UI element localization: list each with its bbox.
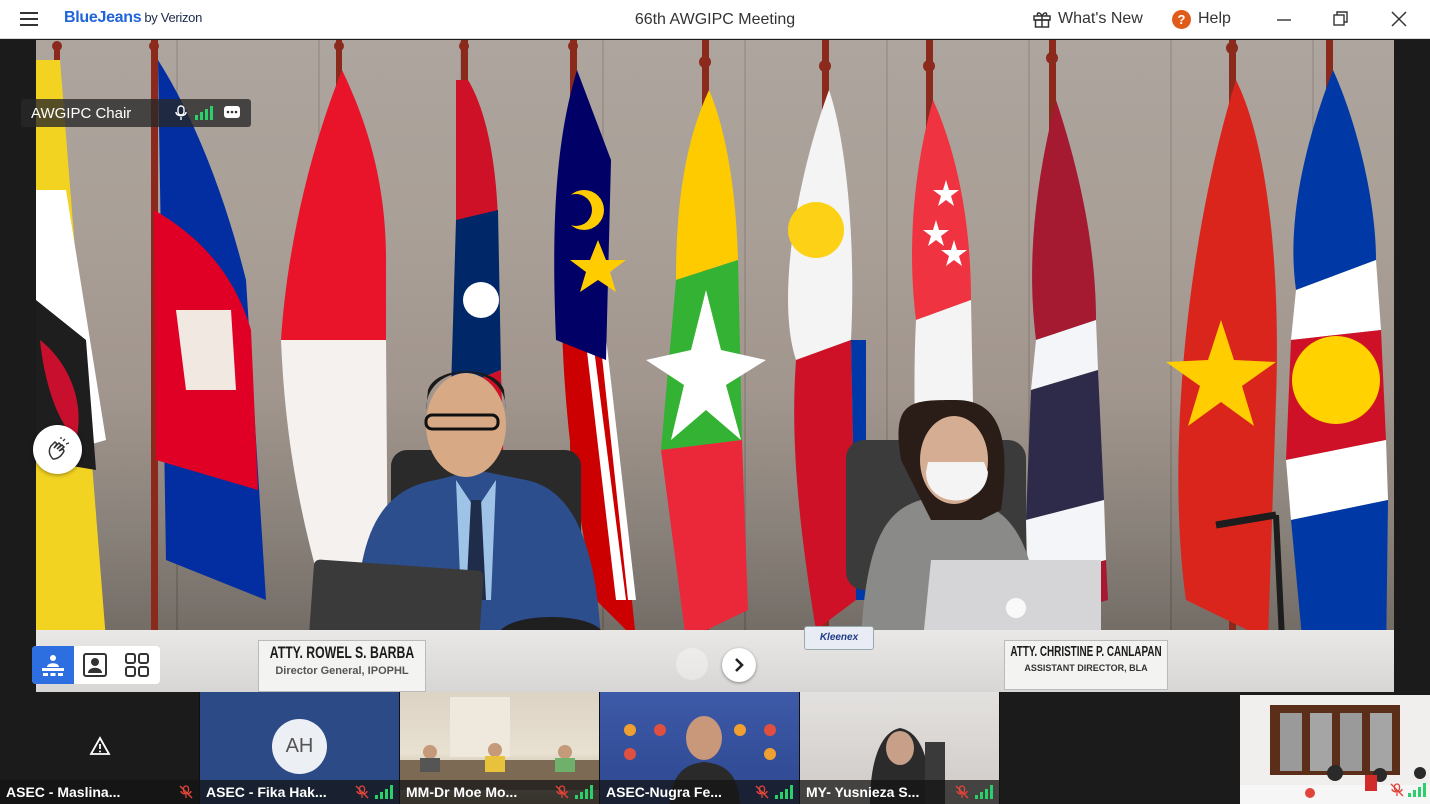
brand-sub: by Verizon bbox=[144, 10, 203, 25]
speaker-name: AWGIPC Chair bbox=[31, 104, 132, 122]
help-label: Help bbox=[1198, 10, 1231, 27]
minimize-icon[interactable] bbox=[1274, 9, 1294, 29]
whats-new-button[interactable]: What's New bbox=[1032, 8, 1143, 30]
chat-icon[interactable] bbox=[223, 105, 241, 121]
muted-mic-icon bbox=[555, 785, 569, 799]
brand-logo: BlueJeans by Verizon bbox=[64, 9, 202, 27]
restore-icon[interactable] bbox=[1331, 9, 1351, 29]
participant-tile[interactable]: ASEC - Maslina... bbox=[0, 692, 200, 804]
tissue-box: Kleenex bbox=[804, 626, 874, 650]
gallery-layout-icon bbox=[125, 653, 149, 677]
participant-strip: ASEC - Maslina... AH ASEC - Fika Hak... … bbox=[0, 692, 1000, 804]
participant-name-bar: ASEC - Maslina... bbox=[0, 780, 199, 804]
people-layout-icon bbox=[83, 653, 107, 677]
participant-tile[interactable]: MM-Dr Moe Mo... bbox=[400, 692, 600, 804]
participant-name: ASEC-Nugra Fe... bbox=[606, 784, 722, 800]
main-video: ATTY. ROWEL S. BARBA Director General, I… bbox=[36, 40, 1394, 692]
nameplate-left: ATTY. ROWEL S. BARBA Director General, I… bbox=[258, 640, 426, 692]
participant-name-bar: MM-Dr Moe Mo... bbox=[400, 780, 599, 804]
muted-mic-icon bbox=[179, 785, 193, 799]
title-bar: BlueJeans by Verizon 66th AWGIPC Meeting … bbox=[0, 0, 1430, 39]
participant-name-bar: MY- Yusnieza S... bbox=[800, 780, 999, 804]
warning-icon bbox=[89, 736, 111, 755]
signal-icon bbox=[975, 785, 993, 799]
participant-tile[interactable]: MY- Yusnieza S... bbox=[800, 692, 1000, 804]
signal-icon bbox=[195, 106, 213, 120]
tissue-brand: Kleenex bbox=[819, 632, 859, 643]
chevron-right-icon bbox=[735, 658, 744, 672]
layout-switcher bbox=[32, 646, 160, 684]
speaker-layout-button[interactable] bbox=[32, 646, 74, 684]
active-speaker-label: AWGIPC Chair bbox=[21, 99, 251, 127]
participant-name: MM-Dr Moe Mo... bbox=[406, 784, 518, 800]
avatar: AH bbox=[272, 719, 327, 774]
self-view[interactable] bbox=[1240, 695, 1430, 804]
muted-mic-icon bbox=[755, 785, 769, 799]
nameplate-right-title: ASSISTANT DIRECTOR, BLA bbox=[1024, 663, 1148, 673]
participant-name: ASEC - Maslina... bbox=[6, 784, 121, 800]
participant-tile[interactable]: ASEC-Nugra Fe... bbox=[600, 692, 800, 804]
microphone-icon bbox=[175, 105, 187, 120]
signal-icon bbox=[1408, 783, 1426, 797]
speakers-scene bbox=[308, 371, 1324, 692]
signal-icon bbox=[375, 785, 393, 799]
nameplate-right-name: ATTY. CHRISTINE P. CANLAPAN bbox=[1010, 643, 1162, 660]
participant-tile[interactable]: AH ASEC - Fika Hak... bbox=[200, 692, 400, 804]
signal-icon bbox=[775, 785, 793, 799]
muted-mic-icon bbox=[355, 785, 369, 799]
close-icon[interactable] bbox=[1389, 9, 1409, 29]
gallery-layout-button[interactable] bbox=[116, 646, 158, 684]
signal-icon bbox=[575, 785, 593, 799]
next-page-button[interactable] bbox=[722, 648, 756, 682]
nameplate-right: ATTY. CHRISTINE P. CANLAPAN ASSISTANT DI… bbox=[1004, 640, 1168, 690]
speaker-layout-icon bbox=[42, 655, 64, 676]
participant-name: ASEC - Fika Hak... bbox=[206, 784, 327, 800]
clap-icon bbox=[48, 436, 69, 460]
hamburger-icon[interactable] bbox=[20, 12, 38, 26]
participant-name: MY- Yusnieza S... bbox=[806, 784, 920, 800]
conference-table bbox=[36, 630, 1394, 692]
participant-name-bar: ASEC-Nugra Fe... bbox=[600, 780, 799, 804]
previous-page-button[interactable] bbox=[676, 648, 708, 680]
muted-mic-icon bbox=[1390, 783, 1404, 797]
help-icon: ? bbox=[1172, 9, 1191, 29]
nameplate-left-name: ATTY. ROWEL S. BARBA bbox=[269, 643, 415, 662]
whats-new-label: What's New bbox=[1058, 10, 1143, 27]
participant-name-bar: ASEC - Fika Hak... bbox=[200, 780, 399, 804]
nameplate-left-title: Director General, IPOPHL bbox=[275, 665, 409, 677]
people-layout-button[interactable] bbox=[74, 646, 116, 684]
clap-button[interactable] bbox=[33, 425, 82, 474]
muted-mic-icon bbox=[955, 785, 969, 799]
gift-icon bbox=[1033, 12, 1051, 28]
help-button[interactable]: ? Help bbox=[1172, 8, 1231, 30]
brand-name: BlueJeans bbox=[64, 9, 142, 26]
